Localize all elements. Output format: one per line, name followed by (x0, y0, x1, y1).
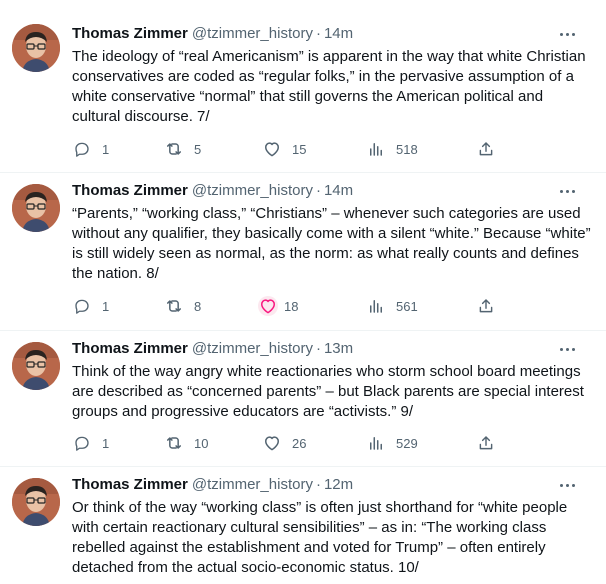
like-button[interactable]: 18 (258, 294, 299, 318)
avatar[interactable] (12, 24, 60, 72)
retweet-button[interactable]: 5 (164, 137, 201, 161)
share-button[interactable] (476, 431, 496, 455)
author-name[interactable]: Thomas Zimmer (72, 476, 188, 493)
timestamp[interactable]: 14m (324, 182, 353, 199)
tweet-text: Or think of the way “working class” is o… (72, 499, 568, 576)
reply-icon (72, 139, 92, 159)
tweet-header: Thomas Zimmer @tzimmer_history · 14m (72, 24, 353, 44)
author-handle[interactable]: @tzimmer_history (192, 340, 313, 357)
tweet-header: Thomas Zimmer @tzimmer_history · 14m (72, 181, 353, 201)
heart-icon (262, 139, 282, 159)
tweet[interactable]: Thomas Zimmer @tzimmer_history · 12m Or thi… (0, 466, 606, 584)
timeline: Thomas Zimmer @tzimmer_history · 14m The id… (0, 0, 606, 584)
like-button[interactable]: 15 (262, 137, 306, 161)
author-handle[interactable]: @tzimmer_history (192, 476, 313, 493)
author-handle[interactable]: @tzimmer_history (192, 25, 313, 42)
retweet-count: 10 (194, 435, 209, 451)
share-button[interactable] (476, 294, 496, 318)
action-bar: 1 8 18 561 (72, 294, 512, 318)
views-button[interactable]: 561 (366, 294, 418, 318)
retweet-button[interactable]: 10 (164, 431, 208, 455)
retweet-icon (164, 139, 184, 159)
retweet-count: 8 (194, 298, 202, 314)
views-button[interactable]: 529 (366, 431, 418, 455)
author-name[interactable]: Thomas Zimmer (72, 182, 188, 199)
retweet-icon (164, 433, 184, 453)
share-icon (476, 139, 496, 159)
views-count: 561 (396, 298, 418, 314)
retweet-button[interactable]: 8 (164, 294, 201, 318)
reply-count: 1 (102, 141, 110, 157)
views-icon (366, 139, 386, 159)
heart-icon (262, 433, 282, 453)
separator: · (315, 340, 321, 357)
like-count: 15 (292, 141, 307, 157)
avatar[interactable] (12, 184, 60, 232)
reply-button[interactable]: 1 (72, 137, 109, 161)
more-icon[interactable] (555, 181, 579, 201)
more-icon[interactable] (555, 475, 579, 495)
tweet-header: Thomas Zimmer @tzimmer_history · 12m (72, 475, 353, 495)
share-icon (476, 433, 496, 453)
timestamp[interactable]: 14m (324, 25, 353, 42)
tweet[interactable]: Thomas Zimmer @tzimmer_history · 13m Think … (0, 330, 606, 467)
views-count: 518 (396, 141, 418, 157)
more-icon[interactable] (555, 24, 579, 44)
more-icon[interactable] (555, 339, 579, 359)
reply-icon (72, 296, 92, 316)
tweet-text: The ideology of “real Americanism” is ap… (72, 48, 586, 125)
reply-button[interactable]: 1 (72, 294, 109, 318)
reply-icon (72, 433, 92, 453)
action-bar: 1 5 15 518 (72, 137, 512, 161)
tweet-text: “Parents,” “working class,” “Christians”… (72, 205, 591, 282)
author-name[interactable]: Thomas Zimmer (72, 25, 188, 42)
author-name[interactable]: Thomas Zimmer (72, 340, 188, 357)
views-button[interactable]: 518 (366, 137, 418, 161)
avatar[interactable] (12, 342, 60, 390)
like-count: 18 (284, 298, 299, 314)
share-icon (476, 296, 496, 316)
tweet[interactable]: Thomas Zimmer @tzimmer_history · 14m The id… (0, 0, 606, 173)
views-icon (366, 433, 386, 453)
reply-button[interactable]: 1 (72, 431, 109, 455)
timestamp[interactable]: 12m (324, 476, 353, 493)
views-count: 529 (396, 435, 418, 451)
timestamp[interactable]: 13m (324, 340, 353, 357)
views-icon (366, 296, 386, 316)
like-button[interactable]: 26 (262, 431, 306, 455)
like-count: 26 (292, 435, 307, 451)
retweet-count: 5 (194, 141, 202, 157)
tweet-text: Think of the way angry white reactionari… (72, 363, 584, 420)
share-button[interactable] (476, 137, 496, 161)
action-bar: 1 10 26 529 (72, 431, 512, 455)
avatar[interactable] (12, 478, 60, 526)
separator: · (315, 182, 321, 199)
reply-count: 1 (102, 298, 110, 314)
heart-icon (258, 296, 278, 316)
author-handle[interactable]: @tzimmer_history (192, 182, 313, 199)
tweet-header: Thomas Zimmer @tzimmer_history · 13m (72, 339, 353, 359)
retweet-icon (164, 296, 184, 316)
tweet[interactable]: Thomas Zimmer @tzimmer_history · 14m “Paren… (0, 172, 606, 331)
reply-count: 1 (102, 435, 110, 451)
separator: · (315, 25, 321, 42)
separator: · (315, 476, 321, 493)
